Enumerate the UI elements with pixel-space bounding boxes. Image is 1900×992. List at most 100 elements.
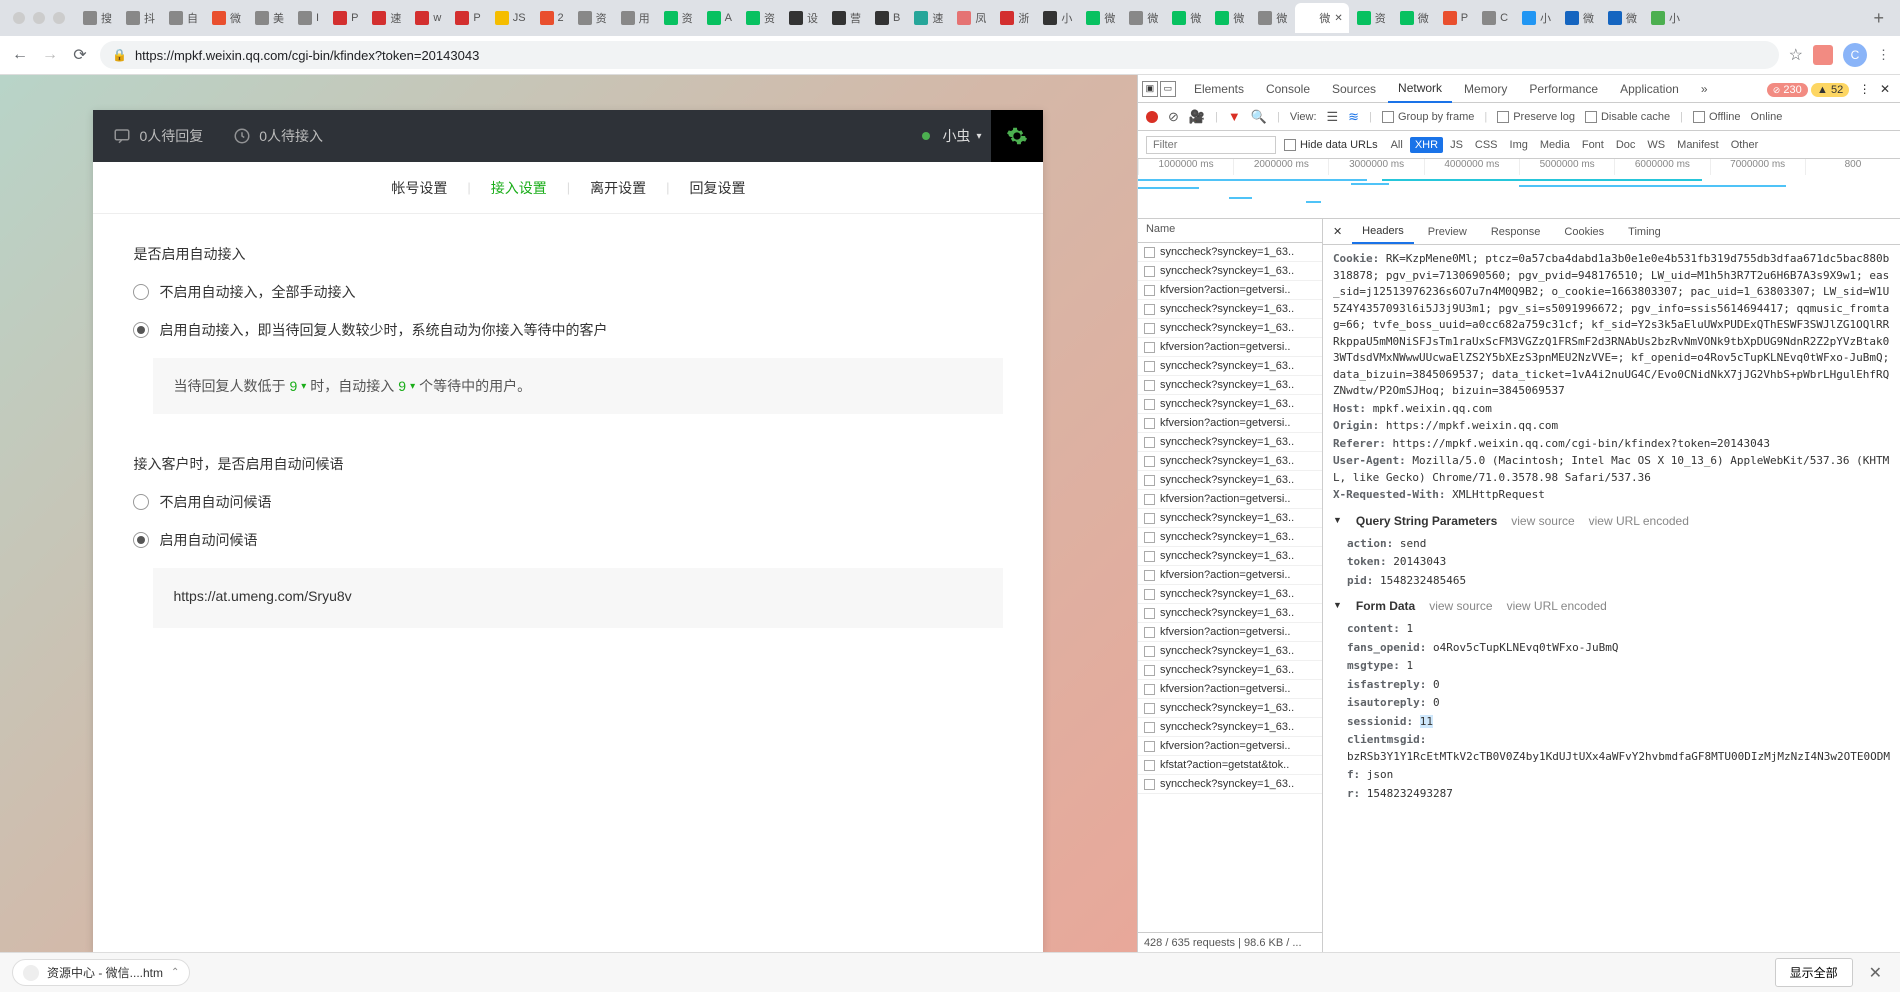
view-waterfall-icon[interactable]: ≋ xyxy=(1348,109,1359,125)
request-row[interactable]: synccheck?synckey=1_63.. xyxy=(1138,319,1322,338)
request-row[interactable]: synccheck?synckey=1_63.. xyxy=(1138,300,1322,319)
browser-tab[interactable]: 2 xyxy=(534,3,570,33)
request-row[interactable]: synccheck?synckey=1_63.. xyxy=(1138,661,1322,680)
tab-elements[interactable]: Elements xyxy=(1184,76,1254,102)
minimize-window[interactable] xyxy=(33,12,45,24)
request-row[interactable]: synccheck?synckey=1_63.. xyxy=(1138,509,1322,528)
device-toggle[interactable]: ▭ xyxy=(1160,81,1176,97)
request-row[interactable]: synccheck?synckey=1_63.. xyxy=(1138,775,1322,794)
request-checkbox[interactable] xyxy=(1144,361,1155,372)
browser-tab[interactable]: 资 xyxy=(658,3,699,33)
show-all-downloads-button[interactable]: 显示全部 xyxy=(1775,958,1853,987)
download-item[interactable]: 资源中心 - 微信....htm ⌃ xyxy=(12,959,190,986)
request-checkbox[interactable] xyxy=(1144,665,1155,676)
filter-type-img[interactable]: Img xyxy=(1505,137,1533,153)
greeting-text-input[interactable]: https://at.umeng.com/Sryu8v xyxy=(153,568,1003,628)
view-source-link[interactable]: view source xyxy=(1429,597,1492,615)
browser-tab[interactable]: 搜 xyxy=(77,3,118,33)
detail-tab-cookies[interactable]: Cookies xyxy=(1554,221,1614,243)
close-download-bar-icon[interactable]: ✕ xyxy=(1863,963,1888,983)
close-window[interactable] xyxy=(13,12,25,24)
filter-type-js[interactable]: JS xyxy=(1445,137,1468,153)
browser-tab[interactable]: 自 xyxy=(163,3,204,33)
tab-leave[interactable]: 离开设置 xyxy=(570,178,666,198)
request-row[interactable]: synccheck?synckey=1_63.. xyxy=(1138,604,1322,623)
browser-tab[interactable]: 资 xyxy=(1351,3,1392,33)
request-checkbox[interactable] xyxy=(1144,570,1155,581)
detail-tab-headers[interactable]: Headers xyxy=(1352,220,1414,244)
request-checkbox[interactable] xyxy=(1144,399,1155,410)
browser-tab[interactable]: 资 xyxy=(740,3,781,33)
forward-button[interactable]: → xyxy=(40,45,60,65)
warning-badge[interactable]: ▲ 52 xyxy=(1811,83,1849,97)
view-url-encoded-link[interactable]: view URL encoded xyxy=(1589,512,1689,530)
detail-tab-timing[interactable]: Timing xyxy=(1618,221,1671,243)
request-row[interactable]: synccheck?synckey=1_63.. xyxy=(1138,585,1322,604)
request-checkbox[interactable] xyxy=(1144,779,1155,790)
request-checkbox[interactable] xyxy=(1144,532,1155,543)
close-detail-icon[interactable]: ✕ xyxy=(1327,225,1348,238)
tab-application[interactable]: Application xyxy=(1610,76,1689,102)
request-checkbox[interactable] xyxy=(1144,380,1155,391)
request-checkbox[interactable] xyxy=(1144,646,1155,657)
browser-tab[interactable]: 微 xyxy=(1209,3,1250,33)
browser-tab[interactable]: 设 xyxy=(783,3,824,33)
user-dropdown[interactable]: 小虫 ▾ xyxy=(922,126,981,146)
browser-tab[interactable]: B xyxy=(869,3,906,33)
request-row[interactable]: kfversion?action=getversi.. xyxy=(1138,566,1322,585)
maximize-window[interactable] xyxy=(53,12,65,24)
radio-auto[interactable]: 启用自动接入，即当待回复人数较少时，系统自动为你接入等待中的客户 xyxy=(133,320,1003,340)
browser-tab[interactable]: 微 xyxy=(1123,3,1164,33)
browser-tab[interactable]: 小 xyxy=(1645,3,1686,33)
request-checkbox[interactable] xyxy=(1144,551,1155,562)
request-row[interactable]: kfversion?action=getversi.. xyxy=(1138,281,1322,300)
filter-icon[interactable]: ▼ xyxy=(1228,109,1241,124)
chevron-down-icon[interactable]: ▾ xyxy=(410,381,415,392)
browser-tab[interactable]: 资 xyxy=(572,3,613,33)
browser-tab[interactable]: 微 xyxy=(1559,3,1600,33)
preserve-log-checkbox[interactable]: Preserve log xyxy=(1497,111,1575,123)
browser-tab[interactable]: 营 xyxy=(826,3,867,33)
request-row[interactable]: kfversion?action=getversi.. xyxy=(1138,490,1322,509)
browser-tab[interactable]: P xyxy=(327,3,364,33)
request-checkbox[interactable] xyxy=(1144,304,1155,315)
request-row[interactable]: synccheck?synckey=1_63.. xyxy=(1138,547,1322,566)
request-checkbox[interactable] xyxy=(1144,247,1155,258)
window-controls[interactable] xyxy=(8,12,75,24)
devtools-menu-icon[interactable]: ⋮ xyxy=(1853,82,1877,96)
tab-network[interactable]: Network xyxy=(1388,75,1452,103)
tab-account[interactable]: 帐号设置 xyxy=(371,178,467,198)
request-checkbox[interactable] xyxy=(1144,627,1155,638)
filter-type-other[interactable]: Other xyxy=(1726,137,1764,153)
hide-data-urls-checkbox[interactable]: Hide data URLs xyxy=(1284,139,1378,151)
request-row[interactable]: synccheck?synckey=1_63.. xyxy=(1138,528,1322,547)
query-params-section[interactable]: ▼Query String Parameters view source vie… xyxy=(1333,512,1890,530)
waterfall-overview[interactable]: 1000000 ms2000000 ms3000000 ms4000000 ms… xyxy=(1138,159,1900,219)
browser-tab[interactable]: 小 xyxy=(1037,3,1078,33)
view-url-encoded-link[interactable]: view URL encoded xyxy=(1507,597,1607,615)
close-devtools-icon[interactable]: ✕ xyxy=(1880,82,1890,96)
request-row[interactable]: kfversion?action=getversi.. xyxy=(1138,737,1322,756)
pending-reply[interactable]: 0人待回复 xyxy=(113,126,203,146)
request-checkbox[interactable] xyxy=(1144,456,1155,467)
request-checkbox[interactable] xyxy=(1144,418,1155,429)
record-button[interactable] xyxy=(1146,111,1158,123)
request-row[interactable]: synccheck?synckey=1_63.. xyxy=(1138,357,1322,376)
request-checkbox[interactable] xyxy=(1144,494,1155,505)
address-bar[interactable]: 🔒 https://mpkf.weixin.qq.com/cgi-bin/kfi… xyxy=(100,41,1779,69)
accept-count-select[interactable]: 9 xyxy=(398,378,406,394)
detail-tab-preview[interactable]: Preview xyxy=(1418,221,1477,243)
clear-button[interactable]: ⊘ xyxy=(1168,109,1179,125)
request-row[interactable]: synccheck?synckey=1_63.. xyxy=(1138,642,1322,661)
request-checkbox[interactable] xyxy=(1144,513,1155,524)
browser-tab[interactable]: P xyxy=(449,3,486,33)
browser-tab[interactable]: 凤 xyxy=(951,3,992,33)
request-row[interactable]: synccheck?synckey=1_63.. xyxy=(1138,433,1322,452)
settings-button[interactable] xyxy=(991,110,1043,162)
menu-icon[interactable]: ⋮ xyxy=(1877,47,1890,63)
tab-sources[interactable]: Sources xyxy=(1322,76,1386,102)
browser-tab[interactable]: 微 xyxy=(1252,3,1293,33)
browser-tab[interactable]: P xyxy=(1437,3,1474,33)
search-icon[interactable]: 🔍 xyxy=(1251,109,1267,125)
request-row[interactable]: kfversion?action=getversi.. xyxy=(1138,680,1322,699)
